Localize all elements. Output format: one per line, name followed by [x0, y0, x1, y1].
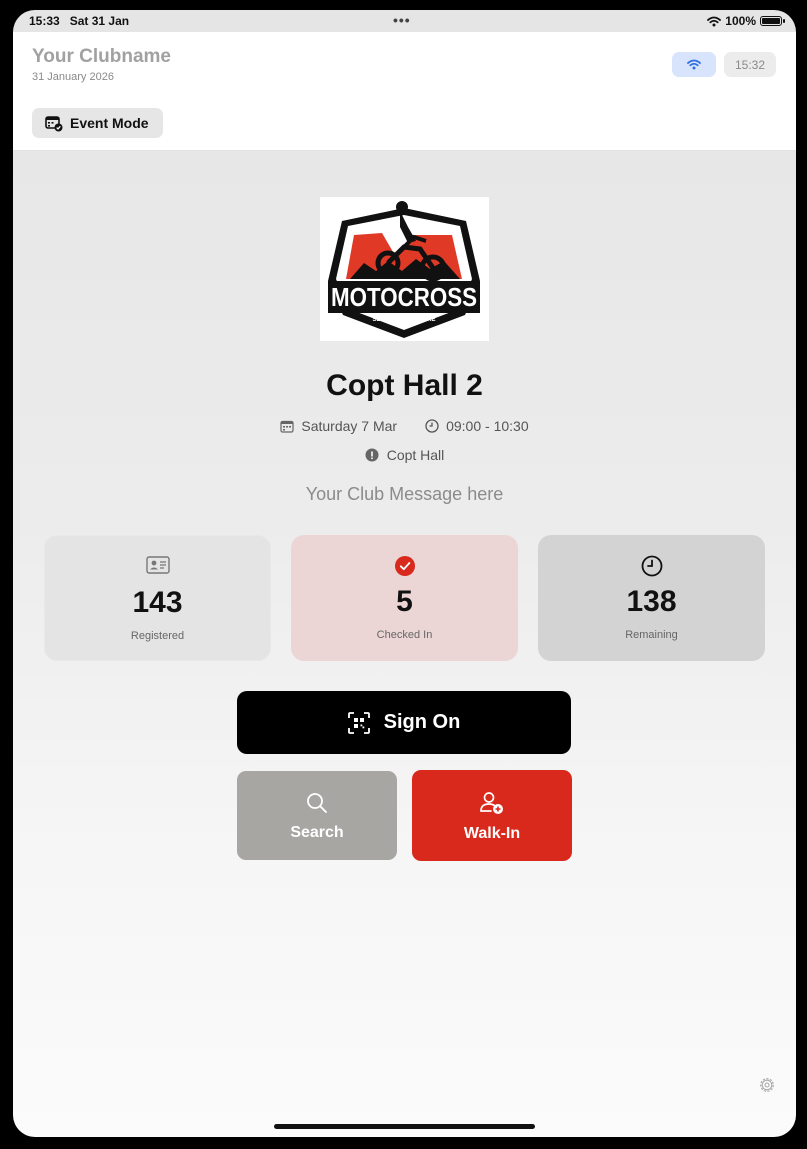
club-name: Your Clubname [32, 46, 171, 67]
registered-count: 143 [132, 586, 183, 619]
clock-badge: 15:32 [724, 52, 776, 77]
registered-label: Registered [130, 630, 185, 642]
event-title: Copt Hall 2 [326, 369, 483, 402]
clock-icon [641, 555, 662, 577]
calendar-icon [280, 420, 294, 433]
event-date: Saturday 7 Mar [301, 418, 398, 434]
event-venue: Copt Hall [13, 447, 796, 463]
logo-slogan: SLOGAN GOES HERE [372, 317, 435, 323]
home-indicator[interactable] [274, 1124, 535, 1129]
wifi-icon [707, 16, 722, 26]
sign-on-button[interactable]: Sign On [237, 691, 571, 754]
battery-percent: 100% [725, 14, 756, 28]
gear-icon[interactable] [758, 1076, 776, 1094]
app-header: Your Clubname 31 January 2026 15:32 Even… [13, 32, 796, 151]
event-mode-button[interactable]: Event Mode [32, 108, 163, 138]
event-time: 09:00 - 10:30 [446, 418, 529, 434]
status-clock: 15:33 [29, 14, 60, 28]
search-button[interactable]: Search [237, 771, 397, 860]
location-pin-icon [365, 448, 379, 462]
logo-wordmark: MOTOCROSS [331, 282, 477, 312]
motocross-logo: MOTOCROSS SLOGAN GOES HERE [328, 201, 480, 338]
remaining-count: 138 [626, 585, 677, 618]
header-date: 31 January 2026 [32, 71, 114, 83]
search-icon [307, 793, 327, 813]
checkmark-circle-icon [394, 556, 415, 576]
event-mode-label: Event Mode [70, 115, 149, 131]
club-message: Your Club Message here [305, 484, 504, 504]
status-date: Sat 31 Jan [69, 14, 130, 28]
walk-in-label: Walk-In [463, 825, 521, 842]
battery-icon [760, 16, 785, 26]
walk-in-button[interactable]: Walk-In [412, 770, 572, 861]
connection-status-button[interactable] [672, 52, 716, 77]
venue-name: Copt Hall [386, 447, 445, 463]
registered-stat-card: 143 Registered [44, 535, 271, 661]
status-bar: 15:33 Sat 31 Jan ••• 100% [13, 10, 796, 32]
id-card-icon [145, 556, 170, 574]
sign-on-label: Sign On [383, 711, 461, 733]
clock-icon [425, 419, 439, 433]
ipad-screen: 15:33 Sat 31 Jan ••• 100% Your Clubname … [13, 10, 796, 1137]
status-time: 15:33 Sat 31 Jan [29, 14, 129, 28]
status-right: 100% [707, 14, 785, 28]
wifi-icon [687, 59, 701, 70]
checked-in-label: Checked In [376, 629, 433, 641]
checked-in-count: 5 [396, 585, 413, 618]
calendar-check-icon [45, 115, 63, 131]
qr-scan-icon [347, 711, 370, 734]
remaining-label: Remaining [625, 629, 678, 641]
remaining-stat-card: 138 Remaining [538, 535, 765, 661]
checked-in-stat-card: 5 Checked In [291, 535, 518, 661]
search-label: Search [290, 824, 344, 841]
club-logo: MOTOCROSS SLOGAN GOES HERE [320, 197, 489, 341]
add-person-icon [480, 792, 503, 814]
multitask-dots[interactable]: ••• [393, 12, 411, 28]
event-meta: Saturday 7 Mar 09:00 - 10:30 [13, 418, 796, 434]
